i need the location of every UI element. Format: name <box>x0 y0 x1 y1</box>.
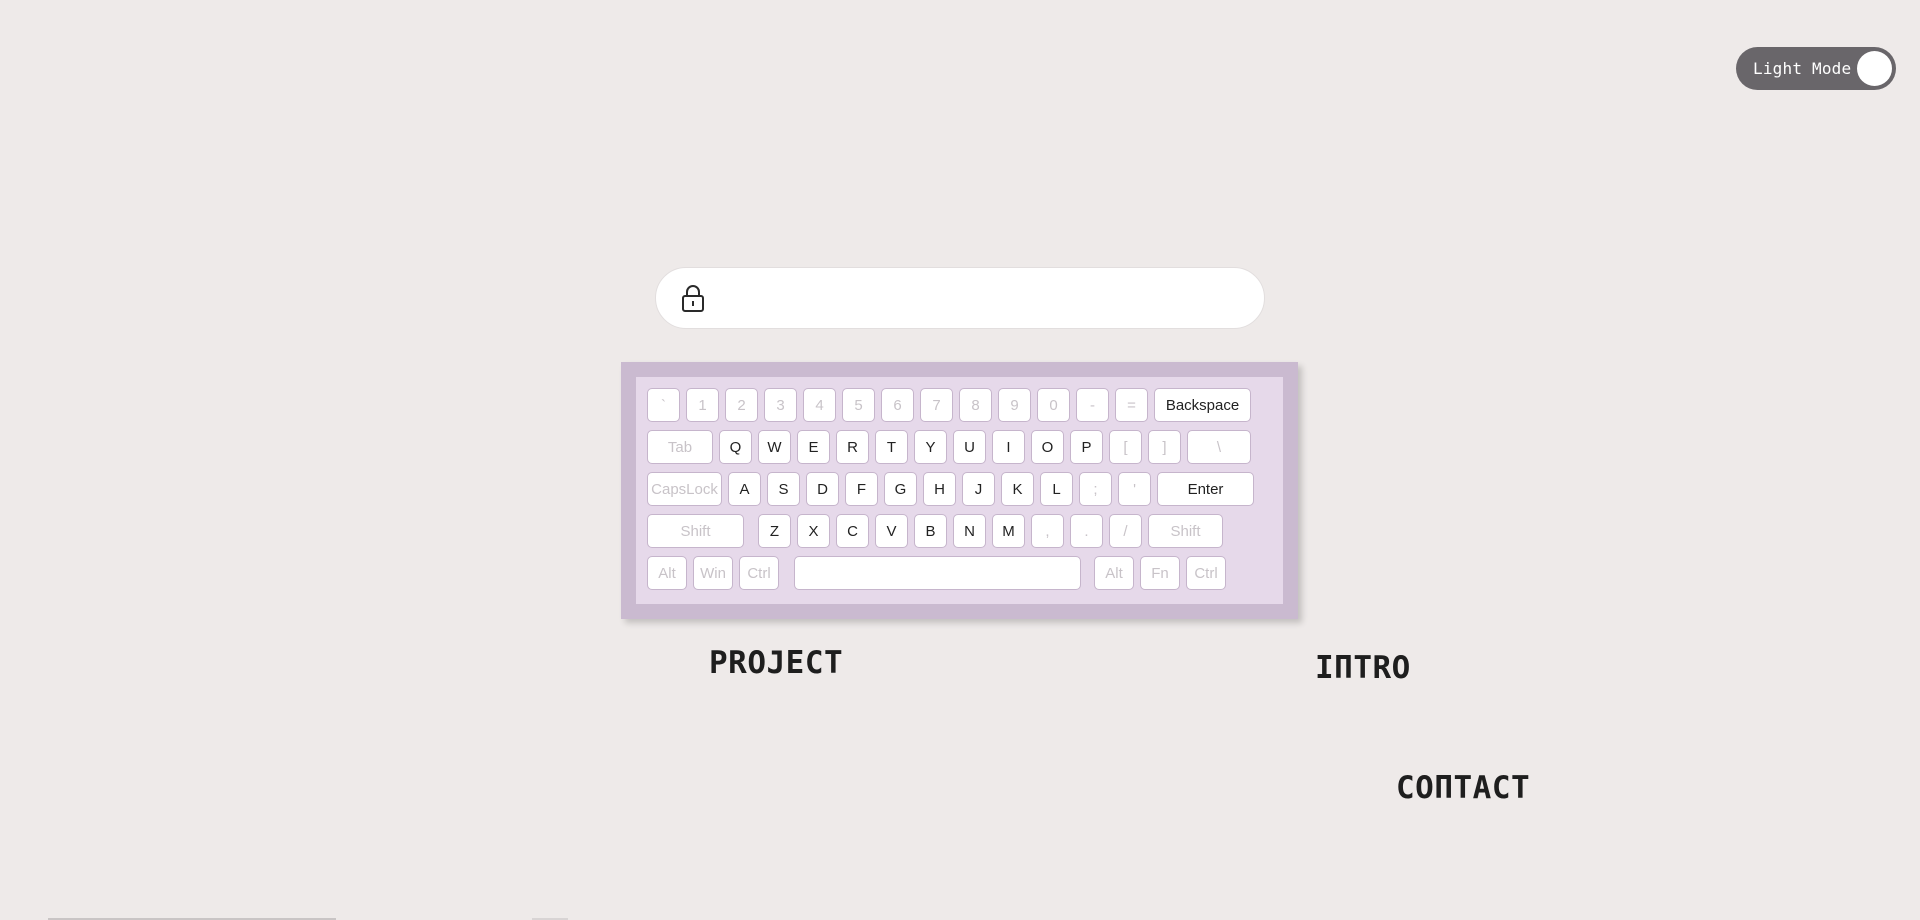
key-o[interactable]: O <box>1031 430 1064 464</box>
key-w[interactable]: W <box>758 430 791 464</box>
key-n[interactable]: N <box>953 514 986 548</box>
key-t[interactable]: T <box>875 430 908 464</box>
key-x61[interactable]: = <box>1115 388 1148 422</box>
key-x96[interactable]: ` <box>647 388 680 422</box>
keyboard-plate: ` 1 2 3 4 5 6 7 8 9 0- = Backspace Tab Q W E R T Y U I O P[] \ … <box>636 377 1283 604</box>
key-v[interactable]: V <box>875 514 908 548</box>
key-x93[interactable]: ] <box>1148 430 1181 464</box>
key-shift[interactable]: Shift <box>1148 514 1223 548</box>
key-8[interactable]: 8 <box>959 388 992 422</box>
key-alt[interactable]: Alt <box>1094 556 1134 590</box>
key-shift[interactable]: Shift <box>647 514 744 548</box>
key-ctrl[interactable]: Ctrl <box>1186 556 1226 590</box>
key-5[interactable]: 5 <box>842 388 875 422</box>
key-tab[interactable]: Tab <box>647 430 713 464</box>
keyboard: ` 1 2 3 4 5 6 7 8 9 0- = Backspace Tab Q W E R T Y U I O P[] \ … <box>621 362 1298 619</box>
key-i[interactable]: I <box>992 430 1025 464</box>
key-d[interactable]: D <box>806 472 839 506</box>
key-4[interactable]: 4 <box>803 388 836 422</box>
key-x39[interactable]: ' <box>1118 472 1151 506</box>
key-q[interactable]: Q <box>719 430 752 464</box>
key-m[interactable]: M <box>992 514 1025 548</box>
key-2[interactable]: 2 <box>725 388 758 422</box>
key-e[interactable]: E <box>797 430 830 464</box>
nav-contact[interactable]: COПTACT <box>1396 770 1530 806</box>
key-j[interactable]: J <box>962 472 995 506</box>
key-x47[interactable]: / <box>1109 514 1142 548</box>
nav-intro[interactable]: IПTRO <box>1315 650 1411 686</box>
key-6[interactable]: 6 <box>881 388 914 422</box>
key-k[interactable]: K <box>1001 472 1034 506</box>
key-alt[interactable]: Alt <box>647 556 687 590</box>
key-x59[interactable]: ; <box>1079 472 1112 506</box>
key-l[interactable]: L <box>1040 472 1073 506</box>
password-bar <box>655 267 1265 329</box>
key-x46[interactable]: . <box>1070 514 1103 548</box>
theme-toggle[interactable]: Light Mode <box>1736 47 1896 90</box>
key-s[interactable]: S <box>767 472 800 506</box>
key-3[interactable]: 3 <box>764 388 797 422</box>
key-x45[interactable]: - <box>1076 388 1109 422</box>
password-input[interactable] <box>726 278 1234 320</box>
key-enter[interactable]: Enter <box>1157 472 1254 506</box>
lock-icon <box>682 285 704 312</box>
key-y[interactable]: Y <box>914 430 947 464</box>
key-p[interactable]: P <box>1070 430 1103 464</box>
key-1[interactable]: 1 <box>686 388 719 422</box>
key-x[interactable]: X <box>797 514 830 548</box>
key-f[interactable]: F <box>845 472 878 506</box>
key-ctrl[interactable]: Ctrl <box>739 556 779 590</box>
key-c[interactable]: C <box>836 514 869 548</box>
key-r[interactable]: R <box>836 430 869 464</box>
nav-project[interactable]: PROJECT <box>709 645 843 681</box>
key-space[interactable] <box>794 556 1081 590</box>
toggle-knob[interactable] <box>1857 51 1892 86</box>
key-h[interactable]: H <box>923 472 956 506</box>
key-a[interactable]: A <box>728 472 761 506</box>
key-capslock[interactable]: CapsLock <box>647 472 722 506</box>
key-0[interactable]: 0 <box>1037 388 1070 422</box>
key-fn[interactable]: Fn <box>1140 556 1180 590</box>
key-9[interactable]: 9 <box>998 388 1031 422</box>
key-backspace[interactable]: Backspace <box>1154 388 1251 422</box>
key-7[interactable]: 7 <box>920 388 953 422</box>
theme-toggle-label: Light Mode <box>1753 59 1852 78</box>
key-b[interactable]: B <box>914 514 947 548</box>
key-x91[interactable]: [ <box>1109 430 1142 464</box>
key-x44[interactable]: , <box>1031 514 1064 548</box>
key-u[interactable]: U <box>953 430 986 464</box>
key-x92[interactable]: \ <box>1187 430 1251 464</box>
key-g[interactable]: G <box>884 472 917 506</box>
key-win[interactable]: Win <box>693 556 733 590</box>
key-z[interactable]: Z <box>758 514 791 548</box>
